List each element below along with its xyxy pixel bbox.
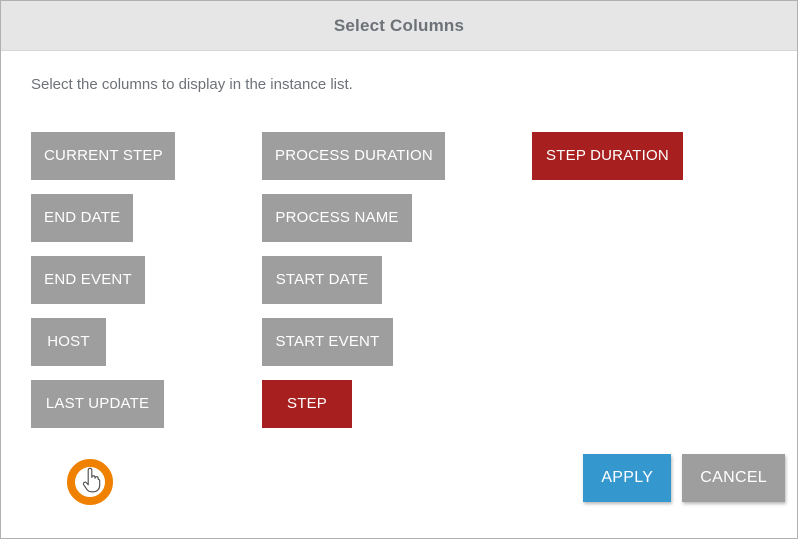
column-toggle-process-name[interactable]: PROCESS NAME bbox=[262, 194, 412, 242]
column-toggle-current-step[interactable]: CURRENT STEP bbox=[31, 132, 175, 180]
column-toggle-host[interactable]: HOST bbox=[31, 318, 106, 366]
dialog-instructions: Select the columns to display in the ins… bbox=[31, 76, 353, 93]
column-toggle-end-date[interactable]: END DATE bbox=[31, 194, 133, 242]
cancel-button[interactable]: CANCEL bbox=[682, 454, 785, 502]
column-toggle-start-date[interactable]: START DATE bbox=[262, 256, 382, 304]
column-toggle-process-duration[interactable]: PROCESS DURATION bbox=[262, 132, 445, 180]
dialog-header: Select Columns bbox=[1, 1, 797, 51]
apply-button[interactable]: APPLY bbox=[583, 454, 672, 502]
chip-column-3: STEP DURATION bbox=[532, 132, 683, 194]
page-title: Select Columns bbox=[333, 15, 465, 35]
dialog-footer: APPLY CANCEL bbox=[1, 444, 797, 538]
chip-column-1: CURRENT STEP END DATE END EVENT HOST LAST UP… bbox=[31, 132, 175, 442]
column-toggle-start-event[interactable]: START EVENT bbox=[262, 318, 393, 366]
column-toggle-last-update[interactable]: LAST UPDATE bbox=[31, 380, 164, 428]
column-toggle-end-event[interactable]: END EVENT bbox=[31, 256, 145, 304]
chip-column-2: PROCESS DURATION PROCESS NAME START DATE ST… bbox=[262, 132, 445, 442]
column-toggle-step-duration[interactable]: STEP DURATION bbox=[532, 132, 683, 180]
footer-actions: APPLY CANCEL bbox=[583, 454, 785, 502]
column-toggle-step[interactable]: STEP bbox=[262, 380, 352, 428]
select-columns-dialog: Select Columns Select the columns to dis… bbox=[0, 0, 798, 539]
